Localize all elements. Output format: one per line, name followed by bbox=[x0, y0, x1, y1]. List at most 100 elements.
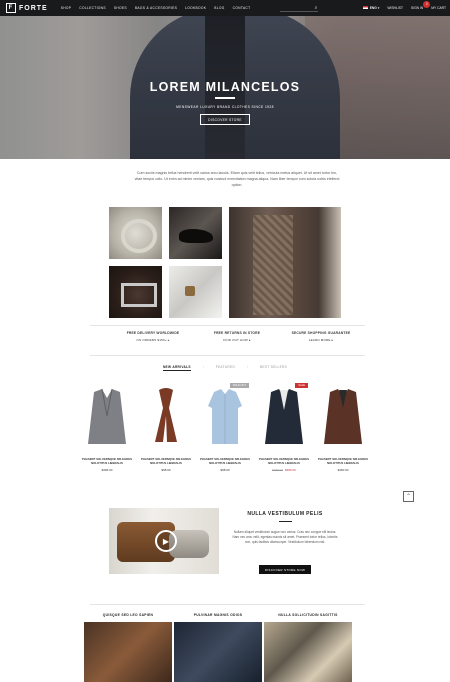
product-price-value: $98.00 bbox=[220, 468, 230, 472]
tab-best-sellers[interactable]: BEST SELLERS bbox=[260, 365, 287, 371]
cart-link[interactable]: 0 MY CART bbox=[423, 1, 446, 10]
feature-returns: FREE RETURNS IN STORE FIND OUT HOW ▸ bbox=[197, 331, 277, 342]
category-image-striped-shirt[interactable] bbox=[264, 622, 352, 682]
tab-new-arrivals[interactable]: NEW ARRIVALS bbox=[162, 365, 191, 371]
signin-link[interactable]: SIGN IN bbox=[411, 6, 423, 10]
scroll-to-top-button[interactable]: ⌃ bbox=[403, 491, 414, 502]
divider bbox=[90, 325, 365, 326]
category-row: QUISQUE SED LEO SAPIEN PULVINAR MAGNIS O… bbox=[84, 613, 352, 682]
promo-title: NULLA VESTIBULUM PELIS bbox=[247, 511, 323, 517]
brand-mark-icon: F bbox=[6, 3, 16, 13]
product-price-value: $460.00 bbox=[337, 468, 349, 472]
product-card[interactable]: SOLD OUT PHASERT SOLUERNQUE NIS EGDES NO… bbox=[198, 383, 252, 472]
chevron-up-icon: ⌃ bbox=[405, 494, 412, 500]
play-icon[interactable]: ▶ bbox=[155, 530, 177, 552]
discover-store-now-button[interactable]: DISCOVER STORE NOW bbox=[259, 565, 311, 574]
product-price-value: $396.00 bbox=[101, 468, 113, 472]
main-nav: SHOP COLLECTIONS SHOES BAGS & ACCESSORIE… bbox=[61, 6, 251, 10]
product-name[interactable]: PHASERT SOLUERNQUE NIS EGDES NOLOTITUS L… bbox=[80, 457, 134, 465]
category-image-sweater[interactable] bbox=[174, 622, 262, 682]
promo-video-thumbnail[interactable]: ▶ bbox=[109, 508, 219, 574]
language-selector[interactable]: ENG ▾ bbox=[362, 6, 379, 10]
feature-link[interactable]: LEARN MORE ▸ bbox=[281, 338, 361, 342]
grid-image-coat[interactable] bbox=[229, 207, 341, 318]
product-price: $98.00 bbox=[198, 468, 252, 472]
product-name[interactable]: PHASERT SOLUERNQUE NIS EGDES NOLOTITUS L… bbox=[198, 457, 252, 465]
grid-image-shoes[interactable] bbox=[169, 207, 222, 259]
nav-lookbook[interactable]: LOOKBOOK bbox=[185, 6, 206, 10]
feature-title: SECURE SHOPPING GUARANTEE bbox=[291, 331, 351, 335]
product-image-scarf[interactable] bbox=[139, 386, 193, 446]
feature-title: FREE DELIVERY WORLDWIDE bbox=[126, 331, 180, 335]
product-price: $98.00 bbox=[139, 468, 193, 472]
product-name[interactable]: PHASERT SOLUERNQUE NIS EGDES NOLOTITUS L… bbox=[139, 457, 193, 465]
feature-title: FREE RETURNS IN STORE bbox=[213, 331, 261, 335]
product-name[interactable]: PHASERT SOLUERNQUE NIS EGDES NOLOTITUS L… bbox=[316, 457, 370, 465]
language-label: ENG bbox=[369, 6, 377, 10]
category-card[interactable]: NULLA SOLLICITUDIN SAGITTIS bbox=[264, 613, 352, 682]
product-card[interactable]: PHASERT SOLUERNQUE NIS EGDES NOLOTITUS L… bbox=[80, 386, 134, 472]
feature-link[interactable]: FIND OUT HOW ▸ bbox=[197, 338, 277, 342]
product-price-value: $380.00 bbox=[285, 468, 296, 472]
product-list: PHASERT SOLUERNQUE NIS EGDES NOLOTITUS L… bbox=[80, 383, 370, 472]
hero-subtitle: MENSWEAR LUXURY BRAND CLOTHES SINCE 1928 bbox=[176, 105, 274, 109]
hero-title: LOREM MILANCELOS bbox=[149, 80, 301, 94]
feature-secure: SECURE SHOPPING GUARANTEE LEARN MORE ▸ bbox=[281, 331, 361, 342]
nav-contact[interactable]: CONTACT bbox=[233, 6, 251, 10]
search-icon[interactable]: ⌕ bbox=[315, 5, 318, 11]
divider bbox=[90, 355, 365, 356]
discover-store-button[interactable]: DISCOVER STORE bbox=[200, 114, 250, 125]
category-title[interactable]: NULLA SOLLICITUDIN SAGITTIS bbox=[264, 613, 352, 617]
intro-text: Cum sociis magnis tellus hendrerit velit… bbox=[134, 171, 340, 187]
category-title[interactable]: PULVINAR MAGNIS ODIOS bbox=[174, 613, 262, 617]
brand-name: FORTE bbox=[19, 4, 48, 12]
promo-divider bbox=[279, 521, 292, 522]
product-name[interactable]: PHASERT SOLUERNQUE NIS EGDES NOLOTITUS L… bbox=[257, 457, 311, 465]
nav-shoes[interactable]: SHOES bbox=[114, 6, 127, 10]
header-utilities: ENG ▾ WISHLIST SIGN IN 0 MY CART bbox=[362, 1, 446, 10]
hero-banner: LOREM MILANCELOS MENSWEAR LUXURY BRAND C… bbox=[0, 16, 450, 159]
product-image-coat[interactable] bbox=[316, 386, 370, 446]
nav-shop[interactable]: SHOP bbox=[61, 6, 72, 10]
tab-separator: / bbox=[202, 365, 204, 369]
features-row: FREE DELIVERY WORLDWIDE ON ORDERS $150+ … bbox=[113, 331, 361, 342]
category-card[interactable]: PULVINAR MAGNIS ODIOS bbox=[174, 613, 262, 682]
divider bbox=[90, 604, 365, 605]
grid-image-belt[interactable] bbox=[109, 266, 162, 318]
product-price-value: $98.00 bbox=[161, 468, 171, 472]
product-price: $460.00 bbox=[316, 468, 370, 472]
category-image-leather-jacket[interactable] bbox=[84, 622, 172, 682]
hero-divider bbox=[215, 97, 235, 99]
product-card[interactable]: PHASERT SOLUERNQUE NIS EGDES NOLOTITUS L… bbox=[139, 386, 193, 472]
search-input[interactable]: ⌕ bbox=[280, 4, 319, 12]
garment-shape bbox=[88, 389, 126, 444]
product-old-price: $480.00 bbox=[272, 468, 283, 472]
product-image-jacket[interactable] bbox=[257, 386, 311, 446]
product-price: $396.00 bbox=[80, 468, 134, 472]
product-price: $480.00 $380.00 bbox=[257, 468, 311, 472]
cart-label: MY CART bbox=[431, 6, 446, 10]
feature-delivery: FREE DELIVERY WORLDWIDE ON ORDERS $150+ … bbox=[113, 331, 193, 342]
flag-icon bbox=[362, 6, 368, 9]
grid-image-scarf[interactable] bbox=[109, 207, 162, 259]
nav-blog[interactable]: BLOG bbox=[214, 6, 224, 10]
wishlist-link[interactable]: WISHLIST bbox=[387, 6, 403, 10]
tab-featured[interactable]: FEATURED bbox=[216, 365, 235, 371]
product-image-blazer[interactable] bbox=[80, 386, 134, 446]
nav-bags-accessories[interactable]: BAGS & ACCESSORIES bbox=[135, 6, 177, 10]
cart-count-badge: 0 bbox=[423, 1, 431, 8]
promo-text: Nullam aliquet vestibulum augue non vari… bbox=[232, 530, 338, 544]
product-tabs: NEW ARRIVALS / FEATURED / BEST SELLERS bbox=[0, 365, 450, 371]
nav-collections[interactable]: COLLECTIONS bbox=[79, 6, 106, 10]
product-image-shirt[interactable] bbox=[198, 386, 252, 446]
product-card[interactable]: SALE PHASERT SOLUERNQUE NIS EGDES NOLOTI… bbox=[257, 383, 311, 472]
tab-separator: / bbox=[247, 365, 248, 369]
garment-shape bbox=[155, 388, 177, 442]
product-card[interactable]: PHASERT SOLUERNQUE NIS EGDES NOLOTITUS L… bbox=[316, 386, 370, 472]
top-navigation-bar: F FORTE SHOP COLLECTIONS SHOES BAGS & AC… bbox=[0, 0, 450, 16]
category-card[interactable]: QUISQUE SED LEO SAPIEN bbox=[84, 613, 172, 682]
feature-link[interactable]: ON ORDERS $150+ ▸ bbox=[113, 338, 193, 342]
category-title[interactable]: QUISQUE SED LEO SAPIEN bbox=[84, 613, 172, 617]
grid-image-cufflinks[interactable] bbox=[169, 266, 222, 318]
brand-logo[interactable]: F FORTE bbox=[6, 3, 48, 13]
